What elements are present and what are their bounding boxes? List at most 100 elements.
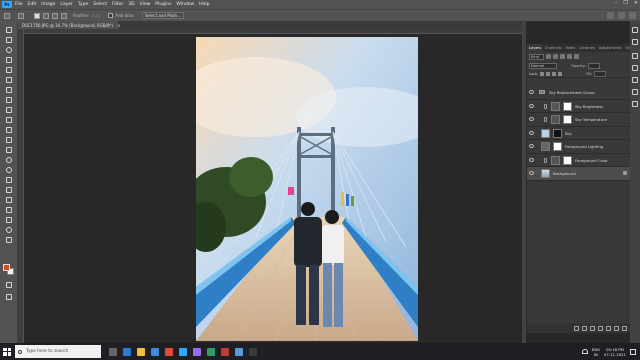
lock-artboard-icon[interactable] (552, 71, 557, 76)
color-icon[interactable] (632, 53, 638, 59)
new-selection-icon[interactable] (34, 12, 40, 19)
more-tools-icon[interactable] (4, 236, 13, 244)
marquee-tool-preset-icon[interactable] (18, 12, 24, 19)
mask-thumbnail[interactable] (563, 115, 572, 124)
store-icon[interactable] (151, 347, 159, 356)
visibility-eye-icon[interactable] (529, 103, 534, 108)
blend-mode-select[interactable]: Normal (529, 62, 557, 69)
kind-filter-select[interactable]: Kind (529, 53, 544, 60)
type-tool-icon[interactable] (4, 186, 13, 194)
edge-icon[interactable] (123, 347, 131, 356)
wifi-icon[interactable] (581, 349, 588, 354)
lock-icon[interactable] (623, 171, 627, 175)
healing-brush-tool-icon[interactable] (4, 96, 13, 104)
mask-thumbnail[interactable] (563, 155, 572, 165)
workspace-icon[interactable] (618, 12, 625, 19)
chrome-icon[interactable] (165, 347, 173, 356)
select-and-mask-button[interactable]: Select and Mask... (141, 12, 185, 19)
screen-mode-icon[interactable] (4, 293, 13, 301)
layer-row[interactable]: Foreground Color (527, 154, 631, 167)
menu-type[interactable]: Type (78, 2, 88, 7)
visibility-eye-icon[interactable] (529, 130, 534, 135)
trash-icon[interactable] (622, 325, 627, 331)
close-tab-icon[interactable]: × (117, 23, 120, 28)
dodge-tool-icon[interactable] (4, 166, 13, 174)
brush-tool-icon[interactable] (4, 106, 13, 114)
rectangle-tool-icon[interactable] (4, 206, 13, 214)
tab-layers[interactable]: Layers (527, 44, 543, 52)
swatches-icon[interactable] (632, 65, 638, 71)
canvas-area[interactable] (24, 34, 522, 343)
menu-view[interactable]: View (140, 2, 151, 7)
menu-3d[interactable]: 3D (128, 2, 134, 7)
pixel-filter-icon[interactable] (546, 54, 551, 59)
visibility-eye-icon[interactable] (529, 90, 534, 94)
menu-plugins[interactable]: Plugins (155, 2, 171, 7)
premiere-icon[interactable] (193, 347, 201, 356)
adjustment-layer-icon[interactable] (598, 325, 603, 331)
clone-stamp-tool-icon[interactable] (4, 116, 13, 124)
mask-thumbnail[interactable] (563, 101, 572, 111)
new-layer-icon[interactable] (614, 325, 619, 331)
mask-thumbnail[interactable] (553, 128, 562, 138)
pen-tool-icon[interactable] (4, 176, 13, 184)
layer-row[interactable]: Sky (527, 127, 631, 140)
opacity-field[interactable] (587, 62, 600, 69)
layer-row[interactable]: Background (527, 167, 631, 181)
taskbar-clock[interactable]: 05:18 PM 07-11-2021 (604, 347, 626, 357)
language-indicator[interactable]: ENG IN (592, 347, 600, 357)
tab-paths[interactable]: Paths (564, 44, 578, 52)
minimize-button[interactable]: – (615, 0, 618, 6)
marquee-tool-icon[interactable] (4, 36, 13, 44)
sheets-icon[interactable] (207, 347, 215, 356)
intersect-selection-icon[interactable] (61, 12, 67, 19)
menu-image[interactable]: Image (41, 2, 55, 7)
object-selection-tool-icon[interactable] (4, 56, 13, 64)
adjustment-filter-icon[interactable] (553, 54, 558, 59)
home-icon[interactable] (4, 12, 10, 19)
play-icon[interactable] (632, 27, 638, 33)
photoshop-icon[interactable] (179, 347, 187, 356)
add-to-selection-icon[interactable] (43, 12, 49, 19)
tab-channels[interactable]: Channels (543, 44, 564, 52)
app-icon[interactable] (249, 347, 257, 356)
new-group-icon[interactable] (606, 325, 611, 331)
lasso-tool-icon[interactable] (4, 46, 13, 54)
fx-icon[interactable] (582, 325, 587, 331)
blur-tool-icon[interactable] (4, 156, 13, 164)
link-layers-icon[interactable] (574, 325, 579, 331)
close-window-button[interactable]: ✕ (634, 0, 638, 6)
layer-row[interactable]: Foreground Lighting (527, 140, 631, 154)
layer-row[interactable]: Sky Replacement Group (527, 86, 631, 100)
history-icon[interactable] (632, 39, 638, 45)
visibility-eye-icon[interactable] (529, 157, 534, 162)
eraser-tool-icon[interactable] (4, 136, 13, 144)
menu-window[interactable]: Window (176, 2, 194, 7)
acrobat-icon[interactable] (221, 347, 229, 356)
visibility-eye-icon[interactable] (529, 171, 534, 175)
lock-position-icon[interactable] (546, 71, 551, 76)
gradients-icon[interactable] (632, 77, 638, 83)
gradient-tool-icon[interactable] (4, 146, 13, 154)
zoom-tool-icon[interactable] (4, 226, 13, 234)
menu-file[interactable]: File (15, 2, 23, 7)
menu-layer[interactable]: Layer (60, 2, 73, 7)
visibility-eye-icon[interactable] (529, 117, 534, 121)
file-explorer-icon[interactable] (137, 347, 145, 356)
fill-field[interactable] (594, 70, 607, 77)
history-brush-tool-icon[interactable] (4, 126, 13, 134)
eyedropper-tool-icon[interactable] (4, 86, 13, 94)
taskbar-search-input[interactable]: Type here to search (15, 345, 101, 358)
quick-mask-icon[interactable] (4, 281, 13, 289)
menu-help[interactable]: Help (199, 2, 209, 7)
menu-edit[interactable]: Edit (28, 2, 37, 7)
notifications-icon[interactable] (630, 348, 636, 355)
hand-tool-icon[interactable] (4, 216, 13, 224)
windows-start-icon[interactable] (3, 347, 11, 356)
menu-filter[interactable]: Filter (112, 2, 123, 7)
feather-value[interactable]: 0 px (91, 13, 100, 18)
share-icon[interactable] (629, 12, 636, 19)
properties-icon[interactable] (632, 101, 638, 107)
document-tab[interactable]: DSC1756.JPG @ 16.7% (Background, RGB/8*)… (18, 21, 120, 29)
task-view-icon[interactable] (109, 347, 117, 356)
